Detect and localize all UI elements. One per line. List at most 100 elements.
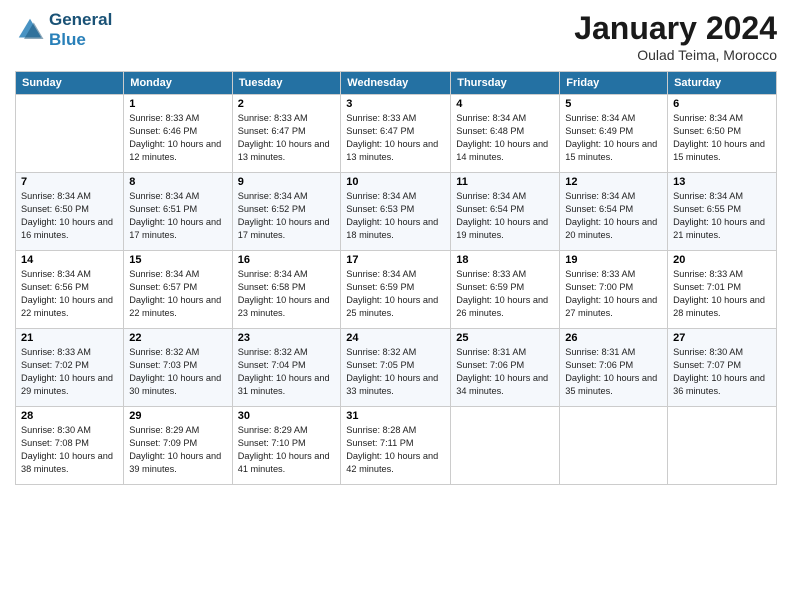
calendar-cell: 31 Sunrise: 8:28 AMSunset: 7:11 PMDayligh… [341,407,451,485]
calendar-cell: 2 Sunrise: 8:33 AMSunset: 6:47 PMDaylight… [232,95,341,173]
calendar-cell: 7Sunrise: 8:34 AMSunset: 6:50 PMDaylight… [16,173,124,251]
title-block: January 2024 Oulad Teima, Morocco [574,10,777,63]
day-number: 22 [129,332,226,344]
calendar-cell: 25 Sunrise: 8:31 AMSunset: 7:06 PMDayligh… [451,329,560,407]
calendar-cell [451,407,560,485]
header-day-thursday: Thursday [451,72,560,95]
day-number: 13 [673,176,771,188]
logo-text: General Blue [49,10,112,50]
day-info: Sunrise: 8:30 AMSunset: 7:07 PMDaylight:… [673,346,771,398]
day-info: Sunrise: 8:34 AMSunset: 6:57 PMDaylight:… [129,268,226,320]
day-number: 23 [238,332,336,344]
day-info: Sunrise: 8:31 AMSunset: 7:06 PMDaylight:… [456,346,554,398]
day-info: Sunrise: 8:34 AMSunset: 6:52 PMDaylight:… [238,190,336,242]
calendar-cell: 8Sunrise: 8:34 AMSunset: 6:51 PMDaylight… [124,173,232,251]
day-info: Sunrise: 8:34 AMSunset: 6:58 PMDaylight:… [238,268,336,320]
calendar-cell [16,95,124,173]
calendar-cell: 22 Sunrise: 8:32 AMSunset: 7:03 PMDayligh… [124,329,232,407]
day-number: 10 [346,176,445,188]
calendar-cell: 4 Sunrise: 8:34 AMSunset: 6:48 PMDaylight… [451,95,560,173]
day-info: Sunrise: 8:34 AMSunset: 6:56 PMDaylight:… [21,268,118,320]
calendar-cell: 12 Sunrise: 8:34 AMSunset: 6:54 PMDayligh… [560,173,668,251]
day-number: 4 [456,98,554,110]
calendar-cell: 28 Sunrise: 8:30 AMSunset: 7:08 PMDayligh… [16,407,124,485]
logo-icon [15,15,45,45]
day-info: Sunrise: 8:33 AMSunset: 7:02 PMDaylight:… [21,346,118,398]
day-number: 8 [129,176,226,188]
week-row-1: 1 Sunrise: 8:33 AMSunset: 6:46 PMDaylight… [16,95,777,173]
day-number: 20 [673,254,771,266]
header-day-monday: Monday [124,72,232,95]
day-number: 17 [346,254,445,266]
calendar-cell: 19 Sunrise: 8:33 AMSunset: 7:00 PMDayligh… [560,251,668,329]
day-number: 1 [129,98,226,110]
day-info: Sunrise: 8:32 AMSunset: 7:05 PMDaylight:… [346,346,445,398]
day-number: 30 [238,410,336,422]
calendar-table: SundayMondayTuesdayWednesdayThursdayFrid… [15,71,777,485]
header-row: General Blue January 2024 Oulad Teima, M… [15,10,777,63]
day-number: 31 [346,410,445,422]
day-number: 18 [456,254,554,266]
day-number: 6 [673,98,771,110]
calendar-container: General Blue January 2024 Oulad Teima, M… [0,0,792,495]
day-info: Sunrise: 8:34 AMSunset: 6:59 PMDaylight:… [346,268,445,320]
calendar-cell: 18 Sunrise: 8:33 AMSunset: 6:59 PMDayligh… [451,251,560,329]
day-info: Sunrise: 8:31 AMSunset: 7:06 PMDaylight:… [565,346,662,398]
day-number: 24 [346,332,445,344]
day-info: Sunrise: 8:34 AMSunset: 6:50 PMDaylight:… [673,112,771,164]
day-info: Sunrise: 8:33 AMSunset: 6:47 PMDaylight:… [346,112,445,164]
day-info: Sunrise: 8:34 AMSunset: 6:55 PMDaylight:… [673,190,771,242]
calendar-cell: 30 Sunrise: 8:29 AMSunset: 7:10 PMDayligh… [232,407,341,485]
calendar-cell: 16Sunrise: 8:34 AMSunset: 6:58 PMDayligh… [232,251,341,329]
day-info: Sunrise: 8:34 AMSunset: 6:48 PMDaylight:… [456,112,554,164]
day-number: 26 [565,332,662,344]
day-number: 14 [21,254,118,266]
calendar-cell: 29Sunrise: 8:29 AMSunset: 7:09 PMDayligh… [124,407,232,485]
calendar-cell: 26 Sunrise: 8:31 AMSunset: 7:06 PMDayligh… [560,329,668,407]
header-day-saturday: Saturday [668,72,777,95]
day-number: 3 [346,98,445,110]
calendar-cell: 17 Sunrise: 8:34 AMSunset: 6:59 PMDayligh… [341,251,451,329]
calendar-title: January 2024 [574,10,777,47]
calendar-cell: 20Sunrise: 8:33 AMSunset: 7:01 PMDayligh… [668,251,777,329]
calendar-cell [668,407,777,485]
day-info: Sunrise: 8:30 AMSunset: 7:08 PMDaylight:… [21,424,118,476]
day-info: Sunrise: 8:33 AMSunset: 6:47 PMDaylight:… [238,112,336,164]
calendar-cell: 14 Sunrise: 8:34 AMSunset: 6:56 PMDayligh… [16,251,124,329]
calendar-cell: 5Sunrise: 8:34 AMSunset: 6:49 PMDaylight… [560,95,668,173]
day-info: Sunrise: 8:34 AMSunset: 6:54 PMDaylight:… [456,190,554,242]
calendar-cell: 21 Sunrise: 8:33 AMSunset: 7:02 PMDayligh… [16,329,124,407]
day-info: Sunrise: 8:29 AMSunset: 7:10 PMDaylight:… [238,424,336,476]
week-row-3: 14 Sunrise: 8:34 AMSunset: 6:56 PMDayligh… [16,251,777,329]
day-info: Sunrise: 8:34 AMSunset: 6:53 PMDaylight:… [346,190,445,242]
day-number: 5 [565,98,662,110]
calendar-cell: 27Sunrise: 8:30 AMSunset: 7:07 PMDayligh… [668,329,777,407]
day-number: 25 [456,332,554,344]
header-row-days: SundayMondayTuesdayWednesdayThursdayFrid… [16,72,777,95]
calendar-cell: 10 Sunrise: 8:34 AMSunset: 6:53 PMDayligh… [341,173,451,251]
calendar-cell: 15 Sunrise: 8:34 AMSunset: 6:57 PMDayligh… [124,251,232,329]
week-row-2: 7Sunrise: 8:34 AMSunset: 6:50 PMDaylight… [16,173,777,251]
header-day-sunday: Sunday [16,72,124,95]
day-number: 15 [129,254,226,266]
day-number: 2 [238,98,336,110]
calendar-cell: 1 Sunrise: 8:33 AMSunset: 6:46 PMDaylight… [124,95,232,173]
calendar-cell: 6 Sunrise: 8:34 AMSunset: 6:50 PMDaylight… [668,95,777,173]
day-number: 29 [129,410,226,422]
day-info: Sunrise: 8:32 AMSunset: 7:04 PMDaylight:… [238,346,336,398]
day-info: Sunrise: 8:33 AMSunset: 6:59 PMDaylight:… [456,268,554,320]
day-info: Sunrise: 8:28 AMSunset: 7:11 PMDaylight:… [346,424,445,476]
day-number: 7 [21,176,118,188]
calendar-cell: 13 Sunrise: 8:34 AMSunset: 6:55 PMDayligh… [668,173,777,251]
day-number: 19 [565,254,662,266]
day-info: Sunrise: 8:32 AMSunset: 7:03 PMDaylight:… [129,346,226,398]
calendar-cell [560,407,668,485]
day-info: Sunrise: 8:33 AMSunset: 7:00 PMDaylight:… [565,268,662,320]
day-number: 21 [21,332,118,344]
day-info: Sunrise: 8:34 AMSunset: 6:54 PMDaylight:… [565,190,662,242]
day-number: 12 [565,176,662,188]
day-number: 11 [456,176,554,188]
day-info: Sunrise: 8:33 AMSunset: 6:46 PMDaylight:… [129,112,226,164]
day-number: 28 [21,410,118,422]
header-day-friday: Friday [560,72,668,95]
